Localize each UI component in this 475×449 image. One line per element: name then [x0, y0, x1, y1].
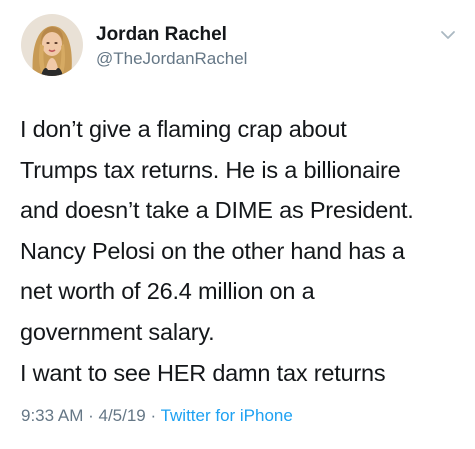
tweet-source-link[interactable]: Twitter for iPhone [161, 406, 293, 425]
tweet-meta: 9:33 AM · 4/5/19 · Twitter for iPhone [21, 406, 293, 426]
tweet-text: I don’t give a flaming crap about Trumps… [20, 109, 470, 393]
tweet-text-line: government salary. [20, 318, 215, 345]
tweet-text-line: and doesn’t take a DIME as President. [20, 197, 414, 224]
avatar[interactable] [21, 14, 83, 76]
tweet-text-line: net worth of 26.4 million on a [20, 278, 315, 305]
tweet-text-line: Trumps tax returns. He is a billionaire [20, 156, 401, 183]
author-display-name[interactable]: Jordan Rachel [96, 24, 227, 46]
meta-separator: · [83, 406, 99, 425]
tweet-text-line: I want to see HER damn tax returns [20, 359, 386, 386]
author-handle[interactable]: @TheJordanRachel [96, 49, 247, 69]
tweet-text-line: Nancy Pelosi on the other hand has a [20, 237, 405, 264]
tweet-date[interactable]: 4/5/19 [98, 406, 145, 425]
profile-photo-icon [21, 14, 83, 76]
chevron-down-icon[interactable] [440, 28, 456, 40]
tweet-text-line: I don’t give a flaming crap about [20, 116, 347, 142]
tweet-card: Jordan Rachel @TheJordanRachel I don’t g… [0, 0, 475, 449]
tweet-time[interactable]: 9:33 AM [21, 406, 83, 425]
meta-separator: · [145, 406, 161, 425]
